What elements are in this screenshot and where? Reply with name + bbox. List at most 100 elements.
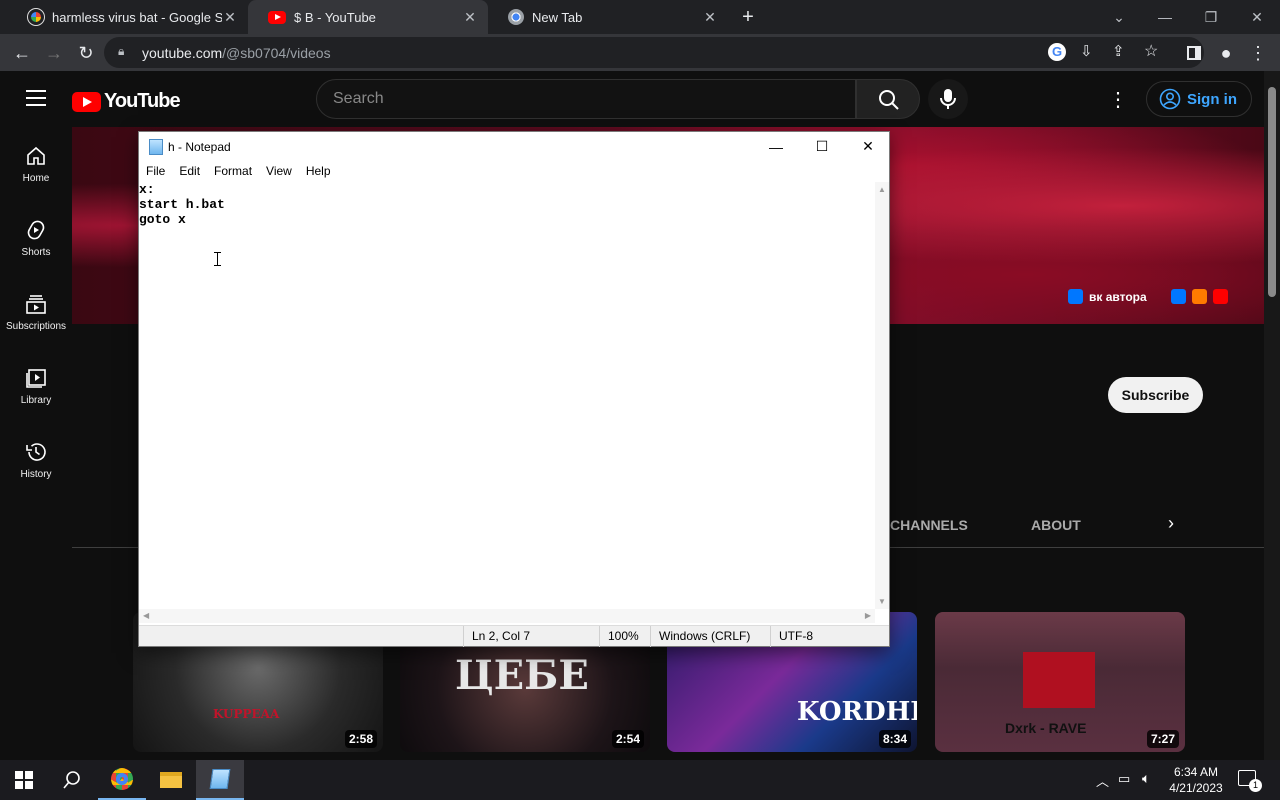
close-tab-icon[interactable]: ✕ bbox=[702, 9, 718, 26]
scrollbar-thumb[interactable] bbox=[1268, 87, 1276, 297]
scroll-left-icon[interactable]: ◀ bbox=[143, 611, 149, 620]
close-button[interactable]: ✕ bbox=[845, 132, 891, 161]
menu-view[interactable]: View bbox=[259, 164, 299, 178]
sign-in-label: Sign in bbox=[1187, 90, 1237, 108]
profile-icon[interactable]: ● bbox=[1214, 41, 1238, 65]
banner-links: вк автора bbox=[1068, 289, 1228, 304]
notepad-horizontal-scrollbar[interactable]: ◀ ▶ bbox=[139, 609, 875, 623]
vk-icon[interactable] bbox=[1170, 289, 1186, 304]
bookmark-star-icon[interactable]: ☆ bbox=[1144, 41, 1158, 61]
tab-search-icon[interactable]: ⌄ bbox=[1096, 0, 1142, 34]
browser-tab-strip: harmless virus bat - Google Search ✕ $ B… bbox=[0, 0, 1280, 34]
browser-menu-icon[interactable]: ⋮ bbox=[1246, 41, 1270, 65]
shorts-icon bbox=[27, 220, 45, 239]
guide-item-home[interactable]: Home bbox=[0, 127, 72, 201]
subscribe-button[interactable]: Subscribe bbox=[1108, 377, 1203, 413]
sign-in-button[interactable]: Sign in bbox=[1146, 81, 1252, 117]
menu-file[interactable]: File bbox=[139, 164, 172, 178]
settings-menu-icon[interactable]: ⋮ bbox=[1108, 87, 1128, 112]
video-duration: 7:27 bbox=[1146, 730, 1179, 748]
minimize-button[interactable]: — bbox=[753, 132, 799, 161]
search-button[interactable] bbox=[856, 79, 920, 119]
menu-help[interactable]: Help bbox=[299, 164, 338, 178]
side-panel-icon[interactable] bbox=[1182, 41, 1206, 65]
youtube-icon bbox=[268, 10, 286, 24]
tab-title: New Tab bbox=[532, 9, 583, 25]
tab-google-search[interactable]: harmless virus bat - Google Search ✕ bbox=[8, 0, 248, 34]
restore-button[interactable]: ❐ bbox=[1188, 0, 1234, 34]
tab-channels[interactable]: CHANNELS bbox=[890, 517, 968, 533]
notepad-title: h - Notepad bbox=[168, 140, 231, 154]
system-clock[interactable]: 6:34 AM 4/21/2023 bbox=[1160, 764, 1232, 796]
tab-youtube[interactable]: $ B - YouTube ✕ bbox=[248, 0, 488, 34]
forward-icon[interactable]: → bbox=[42, 41, 66, 65]
menu-edit[interactable]: Edit bbox=[172, 164, 207, 178]
library-icon bbox=[26, 368, 46, 388]
browser-toolbar: ← → ↻ 🔒︎ youtube.com/@sb0704/videos G ⇩ … bbox=[0, 34, 1280, 71]
taskbar-search-button[interactable] bbox=[48, 760, 96, 800]
guide-label: Home bbox=[22, 172, 50, 184]
voice-search-button[interactable] bbox=[928, 79, 968, 119]
search-icon bbox=[879, 90, 899, 110]
status-cursor-position: Ln 2, Col 7 bbox=[463, 626, 599, 647]
banner-link-label[interactable]: вк автора bbox=[1089, 290, 1147, 304]
taskbar-chrome[interactable] bbox=[98, 760, 146, 800]
url-path: /@sb0704/videos bbox=[222, 45, 331, 61]
video-thumbnail[interactable]: Dxrk - RAVE 7:27 bbox=[935, 612, 1185, 752]
tab-title: harmless virus bat - Google Search bbox=[52, 9, 222, 25]
new-tab-button[interactable]: + bbox=[730, 0, 766, 34]
vk-icon[interactable] bbox=[1068, 289, 1083, 304]
guide-item-shorts[interactable]: Shorts bbox=[0, 201, 72, 275]
history-icon bbox=[26, 442, 46, 461]
notepad-icon bbox=[209, 769, 231, 789]
notepad-vertical-scrollbar[interactable]: ▲ ▼ bbox=[875, 182, 889, 609]
tab-about[interactable]: ABOUT bbox=[1031, 517, 1081, 533]
maximize-button[interactable]: ☐ bbox=[799, 132, 845, 161]
start-button[interactable] bbox=[0, 760, 48, 800]
scroll-right-icon[interactable]: ▶ bbox=[865, 611, 871, 620]
close-window-button[interactable]: ✕ bbox=[1234, 0, 1280, 34]
guide-item-subscriptions[interactable]: Subscriptions bbox=[0, 275, 72, 349]
notepad-titlebar[interactable]: h - Notepad — ☐ ✕ bbox=[139, 132, 889, 161]
taskbar-notepad[interactable] bbox=[196, 760, 244, 800]
chrome-icon bbox=[111, 768, 133, 790]
network-icon[interactable]: ▭ bbox=[1118, 771, 1130, 787]
menu-format[interactable]: Format bbox=[207, 164, 259, 178]
chevron-right-icon[interactable]: › bbox=[1168, 513, 1174, 534]
minimize-button[interactable]: — bbox=[1142, 0, 1188, 34]
tab-new-tab[interactable]: New Tab ✕ bbox=[488, 0, 728, 34]
share-icon[interactable]: ⇪ bbox=[1112, 42, 1125, 60]
reload-icon[interactable]: ↻ bbox=[74, 41, 98, 65]
guide-item-library[interactable]: Library bbox=[0, 349, 72, 423]
notepad-icon bbox=[149, 139, 163, 155]
notification-center-icon[interactable]: 1 bbox=[1238, 770, 1262, 792]
volume-icon[interactable]: 🔈︎ bbox=[1142, 770, 1150, 787]
guide-label: Library bbox=[20, 394, 52, 406]
notepad-text-area[interactable]: x: start h.bat goto x bbox=[139, 182, 875, 609]
search-input[interactable]: Search bbox=[316, 79, 856, 119]
chrome-icon bbox=[508, 9, 524, 25]
youtube-icon[interactable] bbox=[1212, 289, 1228, 304]
guide-item-history[interactable]: History bbox=[0, 423, 72, 497]
scroll-up-icon[interactable]: ▲ bbox=[875, 182, 889, 194]
back-icon[interactable]: ← bbox=[10, 41, 34, 65]
account-icon bbox=[1159, 88, 1181, 110]
guide-label: History bbox=[20, 468, 52, 480]
hamburger-menu-icon[interactable] bbox=[26, 90, 46, 106]
google-lens-icon[interactable]: G bbox=[1048, 43, 1066, 61]
notepad-window: h - Notepad — ☐ ✕ File Edit Format View … bbox=[138, 131, 890, 647]
scroll-down-icon[interactable]: ▼ bbox=[875, 597, 889, 606]
youtube-logo[interactable]: YouTube bbox=[72, 90, 181, 113]
soundcloud-icon[interactable] bbox=[1191, 289, 1207, 304]
close-tab-icon[interactable]: ✕ bbox=[462, 9, 478, 26]
page-scrollbar[interactable] bbox=[1264, 71, 1280, 760]
address-bar[interactable]: 🔒︎ youtube.com/@sb0704/videos G ⇩ ⇪ ☆ bbox=[104, 37, 1204, 68]
google-icon bbox=[27, 8, 45, 26]
close-tab-icon[interactable]: ✕ bbox=[222, 9, 238, 26]
show-hidden-icons-icon[interactable]: ︿ bbox=[1096, 771, 1109, 790]
taskbar: ︿ ▭ 🔈︎ 6:34 AM 4/21/2023 1 bbox=[0, 760, 1280, 800]
windows-icon bbox=[15, 771, 33, 789]
taskbar-file-explorer[interactable] bbox=[147, 760, 195, 800]
install-icon[interactable]: ⇩ bbox=[1080, 42, 1093, 60]
url-host: youtube.com bbox=[142, 45, 223, 61]
